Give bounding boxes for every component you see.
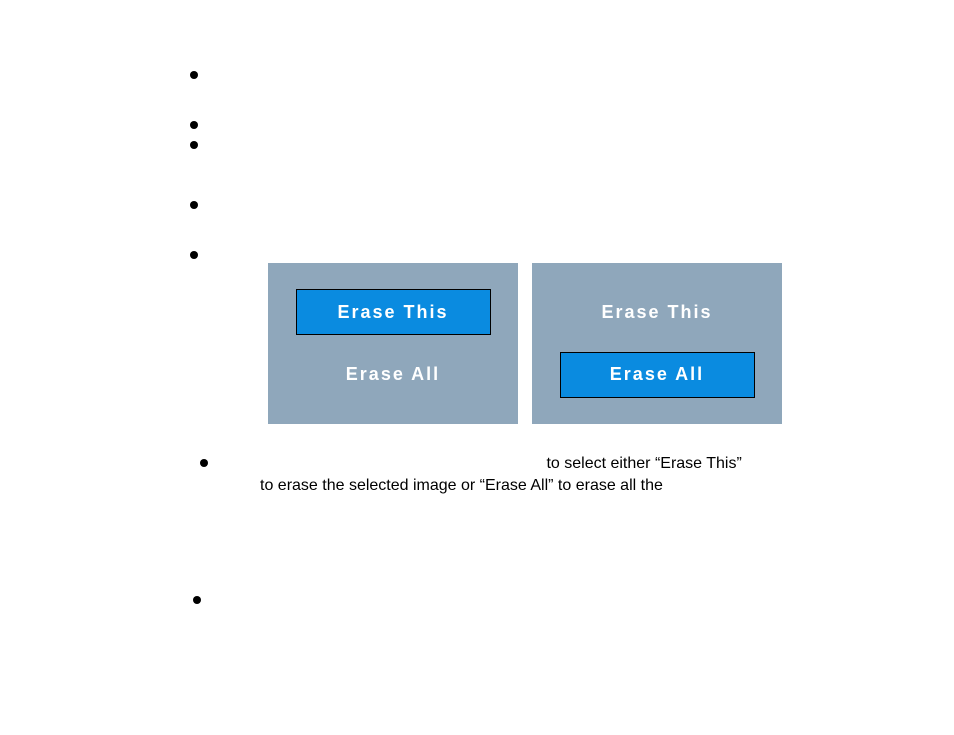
- erase-this-button[interactable]: Erase This: [296, 289, 491, 335]
- erase-all-button[interactable]: Erase All: [296, 352, 491, 398]
- erase-all-label: Erase All: [610, 364, 704, 385]
- instruction-text-p1: to select either “Erase This”: [542, 455, 742, 472]
- instruction-text-p2: to erase the selected image or “Erase Al…: [230, 477, 663, 494]
- list-item-erase-instruction: xxxxxxxxxxxxxxxxxxxxxxxxxxxxxxxxxxxxxxx …: [200, 453, 880, 498]
- erase-this-label: Erase This: [337, 302, 448, 323]
- erase-panel-right: Erase This Erase All: [532, 263, 782, 424]
- erase-all-button[interactable]: Erase All: [560, 352, 755, 398]
- erase-all-label: Erase All: [346, 364, 440, 385]
- erase-menu-screenshots: Erase This Erase All Erase This Erase Al…: [268, 263, 782, 424]
- erase-this-label: Erase This: [601, 302, 712, 323]
- erase-this-button[interactable]: Erase This: [560, 289, 755, 335]
- erase-panel-left: Erase This Erase All: [268, 263, 518, 424]
